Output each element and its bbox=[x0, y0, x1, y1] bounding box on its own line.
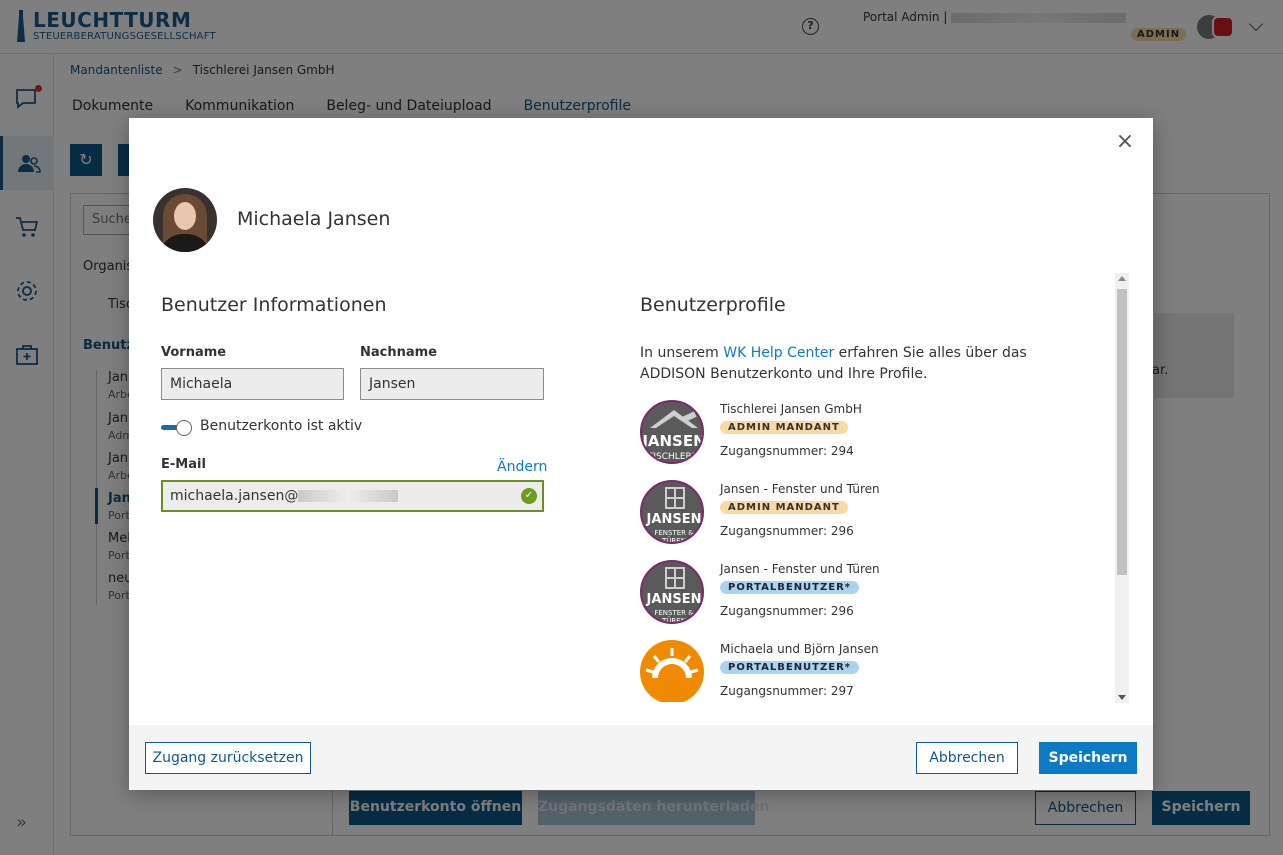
firstname-input[interactable]: Michaela bbox=[161, 368, 344, 400]
profile-company: Tischlerei Jansen GmbH bbox=[720, 402, 862, 416]
user-info-title: Benutzer Informationen bbox=[161, 294, 387, 316]
profiles-title: Benutzerprofile bbox=[640, 294, 786, 316]
profile-photo bbox=[153, 188, 217, 252]
profile-item[interactable]: JANSEN FENSTER & TÜREN Jansen - Fenster … bbox=[637, 558, 1107, 638]
close-icon[interactable]: × bbox=[1113, 130, 1137, 154]
company-logo-icon: JANSEN TISCHLEREI bbox=[640, 400, 704, 464]
firstname-label: Vorname bbox=[161, 345, 227, 360]
reset-access-button[interactable]: Zugang zurücksetzen bbox=[145, 742, 311, 774]
save-button[interactable]: Speichern bbox=[1039, 742, 1137, 774]
checkmark-icon: ✓ bbox=[521, 488, 537, 504]
scroll-thumb[interactable] bbox=[1117, 289, 1127, 575]
access-number: Zugangsnummer: 296 bbox=[720, 524, 854, 538]
lastname-input[interactable]: Jansen bbox=[360, 368, 544, 400]
change-email-link[interactable]: Ändern bbox=[497, 459, 547, 475]
profile-company: Michaela und Björn Jansen bbox=[720, 642, 879, 656]
role-badge: ADMIN MANDANT bbox=[720, 501, 848, 514]
role-badge: PORTALBENUTZER* bbox=[720, 581, 860, 594]
role-badge: ADMIN MANDANT bbox=[720, 421, 848, 434]
profile-item[interactable]: Michaela und Björn Jansen PORTALBENUTZER… bbox=[637, 638, 1107, 702]
user-full-name: Michaela Jansen bbox=[237, 208, 391, 230]
account-active-label: Benutzerkonto ist aktiv bbox=[200, 418, 363, 434]
company-logo-icon: JANSEN FENSTER & TÜREN bbox=[640, 480, 704, 544]
lastname-label: Nachname bbox=[360, 345, 438, 360]
profiles-scrollbar[interactable] bbox=[1115, 273, 1129, 703]
access-number: Zugangsnummer: 297 bbox=[720, 684, 854, 698]
profile-company: Jansen - Fenster und Türen bbox=[720, 562, 880, 576]
modal-footer: Zugang zurücksetzen Abbrechen Speichern bbox=[129, 725, 1153, 790]
profiles-intro: In unserem WK Help Center erfahren Sie a… bbox=[640, 345, 1027, 382]
company-logo-icon: JANSEN FENSTER & TÜREN bbox=[640, 560, 704, 624]
user-profile-modal: × Michaela Jansen Benutzer Informationen… bbox=[129, 118, 1153, 790]
account-active-toggle[interactable] bbox=[161, 420, 193, 436]
profile-item[interactable]: JANSEN TISCHLEREI Tischlerei Jansen GmbH… bbox=[637, 398, 1107, 478]
profile-company: Jansen - Fenster und Türen bbox=[720, 482, 880, 496]
email-field[interactable]: michaela.jansen@ ✓ bbox=[161, 480, 544, 512]
access-number: Zugangsnummer: 294 bbox=[720, 444, 854, 458]
help-center-link[interactable]: WK Help Center bbox=[723, 345, 834, 361]
scroll-up-icon[interactable] bbox=[1118, 276, 1126, 281]
role-badge: PORTALBENUTZER* bbox=[720, 661, 860, 674]
access-number: Zugangsnummer: 296 bbox=[720, 604, 854, 618]
profiles-list: JANSEN TISCHLEREI Tischlerei Jansen GmbH… bbox=[637, 398, 1107, 702]
scroll-down-icon[interactable] bbox=[1118, 695, 1126, 700]
sun-logo-icon bbox=[640, 640, 704, 702]
cancel-button[interactable]: Abbrechen bbox=[916, 742, 1018, 774]
email-label: E-Mail bbox=[161, 457, 206, 472]
redacted-text bbox=[298, 490, 399, 502]
profile-item[interactable]: JANSEN FENSTER & TÜREN Jansen - Fenster … bbox=[637, 478, 1107, 558]
